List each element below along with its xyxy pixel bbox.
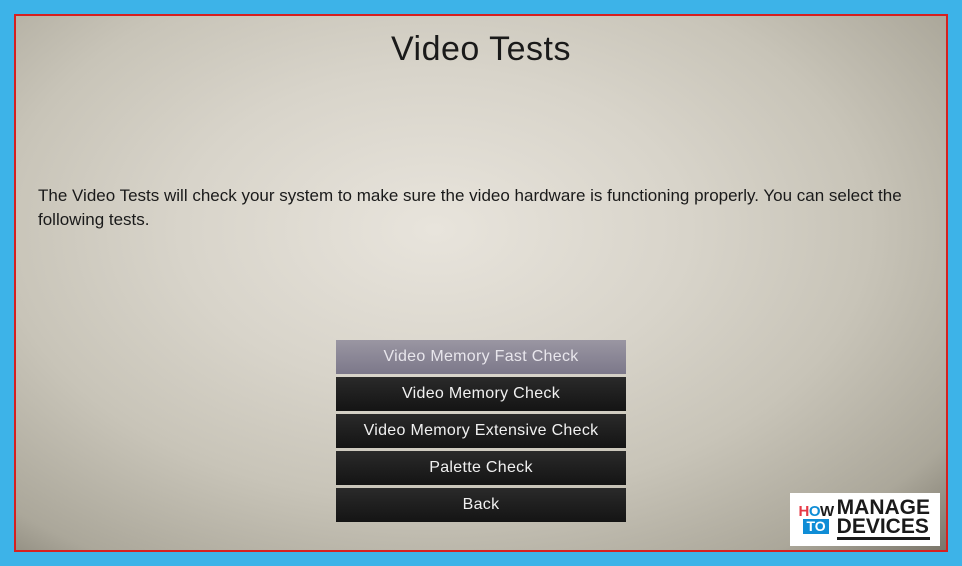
video-memory-fast-check-button[interactable]: Video Memory Fast Check: [336, 340, 626, 374]
watermark-how: HOW: [798, 505, 833, 519]
bios-screen: Video Tests The Video Tests will check y…: [14, 14, 948, 552]
video-memory-extensive-check-button[interactable]: Video Memory Extensive Check: [336, 414, 626, 448]
page-title: Video Tests: [16, 30, 946, 69]
description-text: The Video Tests will check your system t…: [38, 184, 936, 232]
watermark-logo: HOW TO MANAGE DEVICES: [790, 493, 940, 546]
menu-button-stack: Video Memory Fast Check Video Memory Che…: [336, 340, 626, 522]
video-memory-check-button[interactable]: Video Memory Check: [336, 377, 626, 411]
watermark-howto: HOW TO: [798, 505, 833, 535]
back-button[interactable]: Back: [336, 488, 626, 522]
watermark-devices: DEVICES: [837, 518, 930, 540]
watermark-main: MANAGE DEVICES: [837, 499, 930, 540]
watermark-to: TO: [803, 519, 828, 534]
palette-check-button[interactable]: Palette Check: [336, 451, 626, 485]
